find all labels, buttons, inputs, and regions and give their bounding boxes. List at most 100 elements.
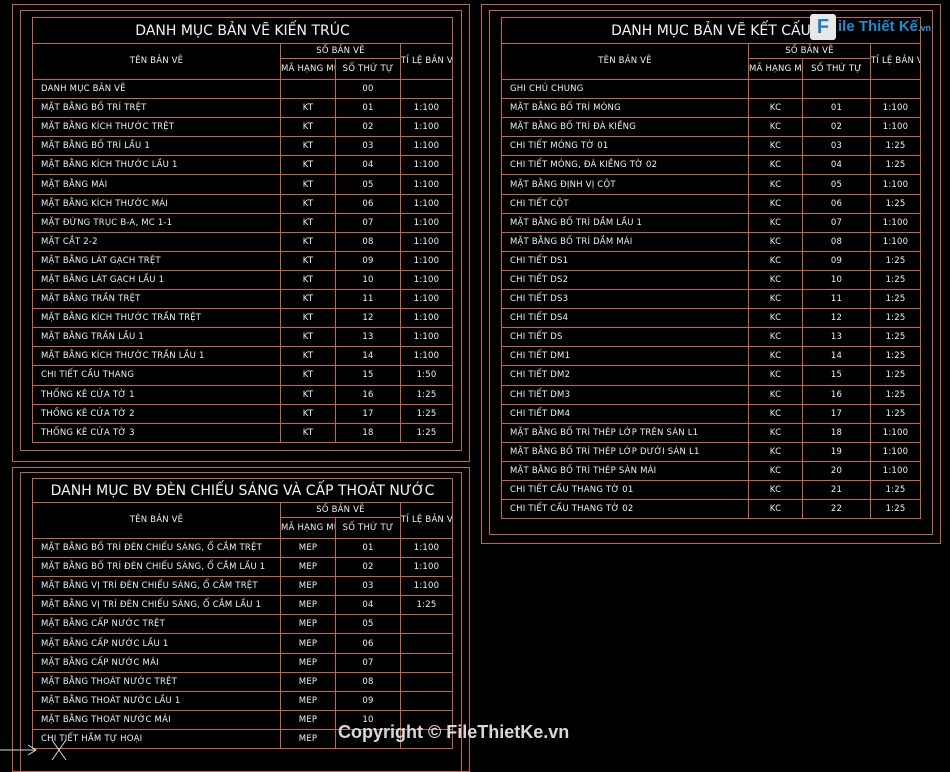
scale-cell: 1:100 — [400, 576, 453, 597]
scale-cell: 1:25 — [869, 479, 922, 501]
scale-cell: 1:100 — [399, 269, 454, 291]
category-code-cell: KT — [280, 308, 336, 329]
scale-cell: 1:100 — [399, 250, 454, 271]
scale-cell: 1:100 — [399, 155, 454, 176]
scale-cell: 1:25 — [869, 269, 922, 291]
scale-cell: 1:100 — [399, 346, 454, 367]
table-row: CHI TIẾT DS3 KC 11 1:25 — [501, 289, 922, 310]
table-row: CHI TIẾT DS2 KC 10 1:25 — [501, 269, 922, 291]
category-code-cell: MEP — [280, 652, 336, 673]
sheet-number-cell: 09 — [335, 690, 401, 711]
table-row: MẶT BẰNG VỊ TRÍ ĐÈN CHIẾU SÁNG, Ổ CẮM TR… — [32, 576, 453, 597]
scale-cell: 1:100 — [399, 212, 454, 233]
table-row: MẶT BẰNG BỐ TRÍ MÓNG KC 01 1:100 — [501, 98, 922, 119]
table-row: MẶT BẰNG BỐ TRÍ DẦM MÁI KC 08 1:100 — [501, 231, 922, 252]
scale-cell: 1:25 — [869, 308, 922, 329]
table-row: MẶT BẰNG TRẦN TRỆT KT 11 1:100 — [32, 289, 454, 310]
sheet-number-cell: 05 — [335, 614, 401, 635]
sheet-number-cell: 00 — [335, 78, 401, 100]
category-code-cell: KT — [280, 327, 336, 348]
table-row: MẶT BẰNG THOÁT NƯỚC LẦU 1 MEP 09 — [32, 690, 453, 711]
category-code-cell: KC — [748, 384, 803, 405]
scale-cell: 1:25 — [869, 384, 922, 405]
table-row: MẶT BẰNG BỐ TRÍ ĐÀ KIỀNG KC 02 1:100 — [501, 117, 922, 138]
drawing-name-cell: MẶT BẰNG BỐ TRÍ TRỆT — [32, 98, 281, 119]
drawing-name-cell: MẶT BẰNG THOÁT NƯỚC MÁI — [32, 709, 281, 730]
table-row: MẶT BẰNG TRẦN LẦU 1 KT 13 1:100 — [32, 327, 454, 348]
sheet-number-cell: 14 — [802, 346, 871, 367]
drawing-name-cell: THỐNG KÊ CỬA TỜ 1 — [32, 384, 281, 405]
sheet-number-cell: 21 — [802, 479, 871, 501]
drawing-name-cell: CHI TIẾT CẦU THANG TỜ 01 — [501, 479, 749, 501]
category-code-cell: KT — [280, 231, 336, 252]
table-row: THỐNG KÊ CỬA TỜ 2 KT 17 1:25 — [32, 403, 454, 424]
category-code-cell: KC — [748, 365, 803, 386]
sheet-number-cell: 17 — [335, 403, 401, 424]
table-row: MẶT BẰNG BỐ TRÍ THÉP LỚP TRÊN SÀN L1 KC 18… — [501, 422, 922, 443]
sheet-number-cell: 01 — [335, 537, 401, 559]
sheet-number-cell: 06 — [802, 193, 871, 214]
scale-cell — [400, 690, 453, 711]
header-code: MÃ HẠNG MỤC — [280, 517, 336, 539]
sheet-number-cell: 05 — [335, 174, 401, 195]
drawing-name-cell: CHI TIẾT DS — [501, 327, 749, 348]
sheet-number-cell: 15 — [335, 365, 401, 386]
category-code-cell: KT — [280, 117, 336, 138]
scale-cell: 1:50 — [399, 365, 454, 386]
sheet-number-cell: 13 — [802, 327, 871, 348]
scale-cell: 1:25 — [869, 403, 922, 424]
scale-cell — [400, 652, 453, 673]
scale-cell — [400, 633, 453, 654]
category-code-cell: KT — [280, 384, 336, 405]
drawing-name-cell: MẶT BẰNG BỐ TRÍ ĐÀ KIỀNG — [501, 117, 749, 138]
table-row: CHI TIẾT MÓNG TỜ 01 KC 03 1:25 — [501, 136, 922, 157]
drawing-name-cell: CHI TIẾT DM2 — [501, 365, 749, 386]
drawing-name-cell: MẶT ĐỨNG TRỤC B-A, MC 1-1 — [32, 212, 281, 233]
table-row: MẶT BẰNG CẤP NƯỚC MÁI MEP 07 — [32, 652, 453, 673]
category-code-cell: KC — [748, 499, 803, 520]
drawing-name-cell: MẶT BẰNG CẤP NƯỚC MÁI — [32, 652, 281, 673]
category-code-cell: KT — [280, 422, 336, 443]
drawing-name-cell: MẶT BẰNG BỐ TRÍ ĐÈN CHIẾU SÁNG, Ổ CẮM TR… — [32, 537, 281, 559]
scale-cell: 1:25 — [869, 289, 922, 310]
table-row: MẶT BẰNG ĐỊNH VỊ CỘT KC 05 1:100 — [501, 174, 922, 195]
sheet-number-cell: 13 — [335, 327, 401, 348]
sheet-number-cell: 16 — [802, 384, 871, 405]
category-code-cell: KT — [280, 346, 336, 367]
drawing-name-cell: MẶT BẰNG LÁT GẠCH TRỆT — [32, 250, 281, 271]
category-code-cell: KC — [748, 460, 803, 481]
header-scale: TỈ LỆ BẢN VẼ — [399, 43, 454, 80]
table-row: CHI TIẾT DS1 KC 09 1:25 — [501, 250, 922, 271]
sheet-number-cell: 05 — [802, 174, 871, 195]
category-code-cell: KC — [748, 136, 803, 157]
table-row: MẶT BẰNG BỐ TRÍ LẦU 1 KT 03 1:100 — [32, 136, 454, 157]
category-code-cell: KT — [280, 250, 336, 271]
sheet-number-cell: 11 — [335, 289, 401, 310]
sheet-number-cell: 08 — [335, 671, 401, 692]
category-code-cell: MEP — [280, 690, 336, 711]
drawing-name-cell: MẶT BẰNG BỐ TRÍ ĐÈN CHIẾU SÁNG, Ổ CẮM LẦ… — [32, 557, 281, 578]
category-code-cell: MEP — [280, 614, 336, 635]
drawing-name-cell: MẶT BẰNG TRẦN LẦU 1 — [32, 327, 281, 348]
scale-cell: 1:100 — [399, 117, 454, 138]
category-code-cell — [280, 78, 336, 100]
drawing-name-cell: CHI TIẾT DS4 — [501, 308, 749, 329]
drawing-name-cell: MẶT BẰNG KÍCH THƯỚC LẦU 1 — [32, 155, 281, 176]
drawing-name-cell: MẶT BẰNG TRẦN TRỆT — [32, 289, 281, 310]
scale-cell — [399, 78, 454, 100]
category-code-cell: KC — [748, 346, 803, 367]
sheet-number-cell: 07 — [802, 212, 871, 233]
scale-cell: 1:100 — [869, 460, 922, 481]
drawing-name-cell: CHI TIẾT DS2 — [501, 269, 749, 291]
arch-table-title: DANH MỤC BẢN VẼ KIẾN TRÚC — [31, 17, 454, 44]
drawing-name-cell: MẶT BẰNG BỐ TRÍ THÉP SÀN MÁI — [501, 460, 749, 481]
mep-drawing-list-table: DANH MỤC BV ĐÈN CHIẾU SÁNG VÀ CẤP THOÁT … — [32, 478, 453, 750]
scale-cell: 1:25 — [869, 346, 922, 367]
header-order: SỐ THỨ TỰ — [802, 58, 871, 80]
table-row: MẶT ĐỨNG TRỤC B-A, MC 1-1 KT 07 1:100 — [32, 212, 454, 233]
table-row: CHI TIẾT DM2 KC 15 1:25 — [501, 365, 922, 386]
drawing-name-cell: CHI TIẾT DS3 — [501, 289, 749, 310]
scale-cell: 1:100 — [400, 537, 453, 559]
drawing-name-cell: CHI TIẾT DS1 — [501, 250, 749, 271]
sheet-number-cell: 11 — [802, 289, 871, 310]
